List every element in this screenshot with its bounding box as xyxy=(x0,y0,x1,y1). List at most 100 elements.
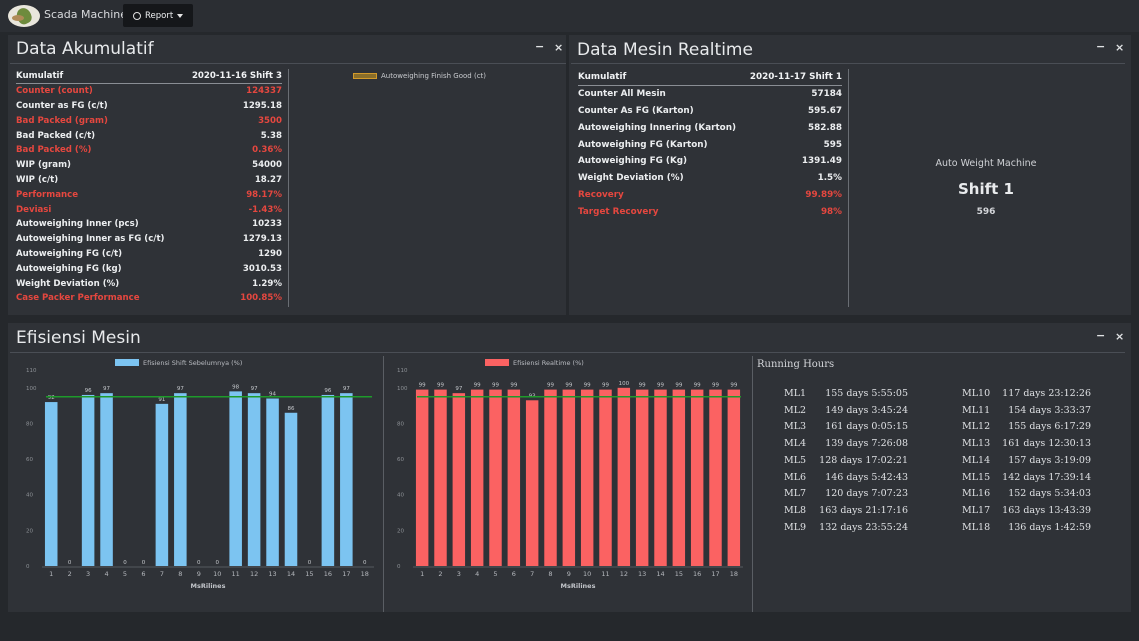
data-label: 0 xyxy=(142,560,146,566)
x-tick-label: 15 xyxy=(305,570,313,578)
running-hours-value: 136 days 1:42:59 xyxy=(1008,521,1091,533)
row-label: Performance xyxy=(16,189,79,200)
running-hours-value: 157 days 3:19:09 xyxy=(1008,454,1091,466)
chart-bar xyxy=(266,398,279,566)
data-label: 99 xyxy=(474,383,481,389)
minimize-icon[interactable]: − xyxy=(1096,40,1105,53)
data-label: 91 xyxy=(158,397,165,403)
table-row: WIP (gram) 54000 xyxy=(16,158,282,173)
row-value: 57184 xyxy=(811,89,842,100)
table-row: Weight Deviation (%) 1.5% xyxy=(578,170,842,187)
chart-separator xyxy=(752,356,753,612)
y-tick-label: 0 xyxy=(397,564,401,570)
chart-bar xyxy=(672,389,686,566)
panel-divider xyxy=(10,352,1125,353)
data-label: 98 xyxy=(232,384,239,390)
row-value: 98% xyxy=(820,206,842,217)
table-row: Autoweighing Inner (pcs) 10233 xyxy=(16,217,282,232)
kumulatif-header-label: Kumulatif xyxy=(16,69,182,85)
chart-bar xyxy=(434,389,447,566)
running-hours-value: 139 days 7:26:08 xyxy=(825,438,908,450)
data-label: 0 xyxy=(308,560,312,566)
table-row: Counter As FG (Karton) 595.67 xyxy=(578,103,842,120)
x-tick-label: 9 xyxy=(567,570,571,578)
chart-bar xyxy=(489,389,502,566)
chart-separator xyxy=(383,356,384,612)
panel-divider xyxy=(571,63,1125,64)
row-label: Autoweighing Innering (Karton) xyxy=(578,122,737,133)
autoweighing-legend[interactable]: Autoweighing Finish Good (ct) xyxy=(353,72,486,80)
kumulatif-header-date: 2020-11-17 Shift 1 xyxy=(744,69,842,87)
chart-bar xyxy=(452,393,466,566)
row-label: Counter as FG (c/t) xyxy=(16,100,108,111)
data-label: 0 xyxy=(363,560,367,566)
data-label: 99 xyxy=(712,383,719,389)
close-icon[interactable]: × xyxy=(1115,41,1124,54)
running-hours-value: 161 days 0:05:15 xyxy=(825,421,908,433)
row-value: 595.67 xyxy=(808,105,842,116)
brand-name[interactable]: Scada Machine xyxy=(44,8,127,21)
chart-bar xyxy=(635,389,649,566)
row-value: 124337 xyxy=(246,86,282,97)
circle-icon xyxy=(133,11,141,20)
data-label: 0 xyxy=(68,560,72,566)
caret-down-icon xyxy=(177,13,184,18)
x-tick-label: 3 xyxy=(86,570,90,578)
close-icon[interactable]: × xyxy=(554,41,563,54)
minimize-icon[interactable]: − xyxy=(535,40,544,53)
x-tick-label: 4 xyxy=(104,570,108,578)
running-hours-value: 154 days 3:33:37 xyxy=(1008,404,1091,416)
legend-label: Efisiensi Realtime (%) xyxy=(513,359,584,367)
x-tick-label: 17 xyxy=(342,570,350,578)
x-tick-label: 18 xyxy=(730,570,738,578)
x-axis-label: MsRilines xyxy=(561,582,596,590)
panel-title-realtime: Data Mesin Realtime xyxy=(577,40,753,60)
row-label: Autoweighing FG (kg) xyxy=(16,263,122,274)
y-tick-label: 60 xyxy=(397,457,404,463)
shift-value: 596 xyxy=(976,207,996,217)
running-hours-value: 149 days 3:45:24 xyxy=(825,404,908,416)
x-tick-label: 9 xyxy=(197,570,201,578)
report-dropdown-button[interactable]: Report xyxy=(123,4,193,27)
x-axis-label: MsRilines xyxy=(191,582,226,590)
x-tick-label: 15 xyxy=(675,570,683,578)
chart-bar xyxy=(81,394,95,566)
table-row: Deviasi -1.43% xyxy=(16,202,282,217)
data-label: 99 xyxy=(730,383,737,389)
chart-bar xyxy=(415,389,429,566)
running-hours-value: 163 days 13:43:39 xyxy=(1002,504,1091,516)
chart-bar xyxy=(321,394,335,566)
x-tick-label: 16 xyxy=(693,570,701,578)
row-label: Counter All Mesin xyxy=(578,89,666,100)
data-label: 0 xyxy=(197,560,201,566)
data-label: 97 xyxy=(343,386,350,392)
minimize-icon[interactable]: − xyxy=(1096,329,1105,342)
data-label: 96 xyxy=(324,388,331,394)
y-tick-label: 40 xyxy=(397,493,404,499)
y-tick-label: 100 xyxy=(397,386,408,392)
running-hours-value: 132 days 23:55:24 xyxy=(819,521,908,533)
y-tick-label: 80 xyxy=(26,421,33,427)
table-row: WIP (c/t) 18.27 xyxy=(16,173,282,188)
table-row: Bad Packed (gram) 3500 xyxy=(16,113,282,128)
chart-bar xyxy=(507,389,521,566)
x-tick-label: 4 xyxy=(475,570,479,578)
close-icon[interactable]: × xyxy=(1115,330,1124,343)
running-hours-value: 152 days 5:34:03 xyxy=(1008,488,1091,500)
row-label: Recovery xyxy=(578,189,624,200)
data-label: 99 xyxy=(584,383,591,389)
data-label: 99 xyxy=(565,383,572,389)
running-hours-title: Running Hours xyxy=(757,359,835,370)
row-label: Bad Packed (gram) xyxy=(16,115,108,126)
table-row: Bad Packed (c/t) 5.38 xyxy=(16,128,282,143)
row-value: -1.43% xyxy=(248,204,282,215)
app-logo[interactable] xyxy=(8,5,40,27)
x-tick-label: 6 xyxy=(141,570,145,578)
row-value: 10233 xyxy=(252,219,282,230)
table-row: Counter All Mesin 57184 xyxy=(578,86,842,103)
chart-bar xyxy=(562,389,576,566)
x-tick-label: 7 xyxy=(160,570,164,578)
row-value: 582.88 xyxy=(808,122,842,133)
x-tick-label: 6 xyxy=(512,570,516,578)
table-row: Autoweighing Inner as FG (c/t) 1279.13 xyxy=(16,232,282,247)
